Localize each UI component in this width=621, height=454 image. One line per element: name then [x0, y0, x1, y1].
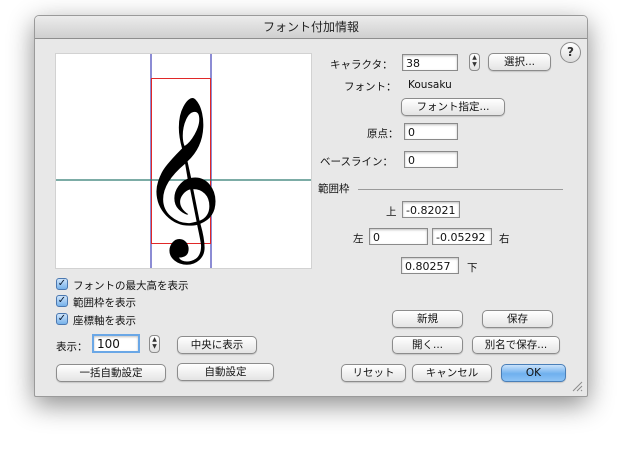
- new-button[interactable]: 新規: [392, 310, 463, 328]
- save-button[interactable]: 保存: [482, 310, 553, 328]
- select-button[interactable]: 選択...: [488, 53, 551, 71]
- bounds-left-field[interactable]: 0: [369, 228, 428, 245]
- baseline-field[interactable]: 0: [404, 151, 458, 168]
- origin-label: 原点：: [367, 128, 399, 140]
- zoom-field[interactable]: 100: [92, 334, 140, 353]
- bounds-bottom-label: 下: [467, 262, 478, 274]
- zoom-stepper[interactable]: ▲ ▼: [149, 335, 160, 353]
- font-label: フォント：: [344, 81, 397, 93]
- bounds-bottom-field[interactable]: 0.80257: [401, 257, 459, 274]
- show-bounds-label: 範囲枠を表示: [73, 297, 136, 309]
- baseline-label: ベースライン：: [320, 156, 393, 168]
- open-button[interactable]: 開く...: [392, 336, 463, 354]
- center-display-button[interactable]: 中央に表示: [177, 336, 257, 354]
- display-label: 表示：: [56, 341, 88, 353]
- cancel-button[interactable]: キャンセル: [412, 364, 492, 382]
- bounds-right-field[interactable]: -0.05292: [432, 228, 492, 245]
- bounds-top-label: 上: [386, 206, 397, 218]
- auto-setting-button[interactable]: 自動設定: [177, 363, 274, 381]
- glyph-preview[interactable]: 𝄞: [55, 53, 312, 269]
- bounds-section-label: 範囲枠: [318, 183, 350, 195]
- origin-field[interactable]: 0: [404, 123, 458, 140]
- show-axes-label: 座標軸を表示: [73, 315, 136, 327]
- preview-canvas: 𝄞: [56, 54, 311, 268]
- glyph-symbol: 𝄞: [140, 95, 223, 265]
- ok-button[interactable]: OK: [501, 364, 566, 382]
- specify-font-button[interactable]: フォント指定...: [401, 98, 505, 116]
- bounds-left-label: 左: [353, 233, 364, 245]
- window-title: フォント付加情報: [35, 16, 587, 39]
- show-max-height-checkbox[interactable]: ✓: [56, 278, 68, 290]
- help-icon: ?: [567, 45, 574, 59]
- character-stepper[interactable]: ▲ ▼: [469, 53, 480, 71]
- reset-button[interactable]: リセット: [341, 364, 406, 382]
- save-as-button[interactable]: 別名で保存...: [472, 336, 560, 354]
- help-button[interactable]: ?: [560, 42, 581, 63]
- bounds-right-label: 右: [499, 233, 510, 245]
- character-label: キャラクタ：: [330, 59, 393, 71]
- batch-auto-setting-button[interactable]: 一括自動設定: [56, 364, 166, 382]
- bounds-separator: [358, 189, 563, 190]
- character-field[interactable]: 38: [402, 54, 458, 71]
- show-axes-checkbox[interactable]: ✓: [56, 313, 68, 325]
- show-max-height-label: フォントの最大高を表示: [73, 280, 189, 292]
- resize-grip-icon[interactable]: [571, 380, 583, 392]
- font-info-dialog: フォント付加情報 ? 𝄞 キャラクタ： 38 ▲ ▼ 選択... フォント： Ko…: [34, 15, 588, 397]
- show-bounds-checkbox[interactable]: ✓: [56, 295, 68, 307]
- font-name: Kousaku: [408, 79, 452, 91]
- bounds-top-field[interactable]: -0.82021: [402, 201, 460, 218]
